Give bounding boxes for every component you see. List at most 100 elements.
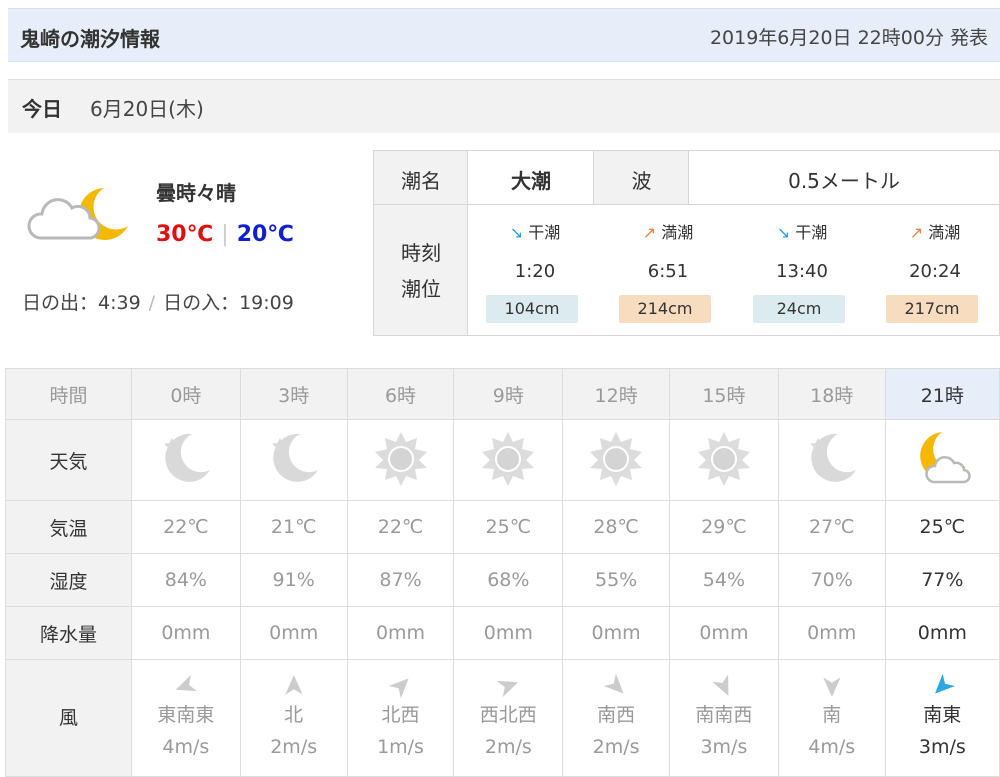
precip-0: 0mm (131, 606, 241, 660)
tide-time-1: 1:20 (514, 261, 556, 282)
moon-icon (163, 433, 210, 482)
tide-level-label: 潮位 (401, 277, 441, 301)
wind-speed-18: 4m/s (808, 736, 856, 758)
tide-level-3: 24cm (753, 295, 845, 323)
humidity-15: 54% (669, 553, 779, 607)
tide-type-4: ↗ 満潮 (909, 223, 961, 242)
wind-arrow-icon (497, 680, 519, 698)
wind-row: 風 東南東 4m/s 北 2m/s 北西 1m/s 西北西 2m/s 南西 2m/s 南南… (5, 659, 1000, 777)
hour-3: 3時 (239, 368, 348, 420)
row-label-wind: 風 (5, 659, 132, 777)
wind-speed-3: 2m/s (270, 736, 318, 758)
tide-type-1: ↘ 干潮 (509, 223, 561, 242)
precip-12: 0mm (562, 606, 671, 660)
hour-18: 18時 (777, 368, 886, 420)
hour-15: 15時 (669, 368, 779, 420)
sun-times: 日の出：4:39/日の入：19:09 (22, 292, 294, 314)
wind-dir-12: 南西 (597, 704, 636, 726)
day-label: 今日 (22, 97, 62, 121)
temp-12: 28℃ (562, 500, 671, 554)
sunset: 日の入：19:09 (163, 292, 294, 314)
sun-icon (590, 431, 643, 486)
day-date: 6月20日(木) (90, 97, 204, 121)
tide-level-2: 214cm (619, 295, 711, 323)
temp-15: 29℃ (669, 500, 779, 554)
tide-time-2: 6:51 (647, 261, 689, 282)
humidity-6: 87% (346, 553, 455, 607)
day-bar: 今日 6月20日(木) (8, 79, 1000, 133)
row-label-temp: 気温 (5, 500, 132, 554)
tide-name-label: 潮名 (401, 169, 441, 193)
tide-time-label: 時刻 (401, 241, 441, 265)
row-label-weather: 天気 (5, 419, 132, 501)
wind-speed-9: 2m/s (484, 736, 532, 758)
tide-level-4: 217cm (886, 295, 978, 323)
tide-table: 潮名 大潮 波 0.5メートル 時刻 潮位 ↘ 干潮 1:20 104cm ↗ … (373, 150, 1000, 336)
title-bar: 鬼崎の潮汐情報 2019年6月20日 22時00分 発表 (8, 8, 1000, 62)
tide-name-value: 大潮 (511, 169, 551, 193)
hour-9: 9時 (453, 368, 564, 420)
sunrise: 日の出：4:39 (22, 292, 141, 314)
wind-dir-21: 南東 (923, 704, 962, 726)
sun-icon (482, 431, 535, 486)
temp-3: 21℃ (239, 500, 348, 554)
wind-speed-15: 3m/s (700, 736, 748, 758)
hourly-table: 時間 0時 3時 6時 9時 12時 15時 18時 21時 天気 気温 22℃… (5, 368, 1000, 777)
wind-speed-21: 3m/s (918, 736, 966, 758)
wind-arrow-icon (285, 675, 303, 695)
tide-type-3: ↘ 干潮 (776, 223, 828, 242)
humidity-3: 91% (239, 553, 348, 607)
today-temps: 30℃ | 20℃ (156, 222, 294, 247)
tide-time-3: 13:40 (776, 261, 828, 282)
wind-dir-3: 北 (284, 704, 304, 726)
wind-arrow-icon (823, 677, 841, 697)
wind-arrow-icon (603, 673, 624, 694)
wind-dir-6: 北西 (381, 704, 420, 726)
wind-speed-6: 1m/s (377, 736, 424, 758)
sun-icon (697, 431, 750, 486)
humidity-18: 70% (777, 553, 886, 607)
temp-18: 27℃ (777, 500, 886, 554)
moon-icon (271, 433, 318, 482)
page-title: 鬼崎の潮汐情報 (20, 27, 160, 51)
temp-9: 25℃ (453, 500, 564, 554)
precip-18: 0mm (777, 606, 886, 660)
humidity-12: 55% (562, 553, 671, 607)
published-time: 2019年6月20日 22時00分 発表 (709, 27, 988, 49)
row-label-precip: 降水量 (5, 606, 132, 660)
hour-21: 21時 (884, 368, 1000, 420)
wave-value: 0.5メートル (788, 169, 900, 193)
precip-3: 0mm (239, 606, 348, 660)
tide-type-2: ↗ 満潮 (642, 223, 694, 242)
precip-6: 0mm (346, 606, 455, 660)
wind-arrow-icon (934, 673, 955, 694)
hour-0: 0時 (131, 368, 241, 420)
humidity-0: 84% (131, 553, 241, 607)
cloud-moon-icon (27, 188, 128, 240)
temp-6: 22℃ (346, 500, 455, 554)
moon-icon (809, 433, 856, 482)
wind-arrow-icon (175, 674, 197, 692)
temp-0: 22℃ (131, 500, 241, 554)
wind-speed-12: 2m/s (592, 736, 640, 758)
cloud-moon-icon (920, 431, 972, 483)
humidity-21: 77% (884, 553, 1000, 607)
row-label-humidity: 湿度 (5, 553, 132, 607)
weather-row: 天気 (5, 419, 1000, 501)
wind-dir-15: 南南西 (695, 704, 753, 726)
time-row: 時間 0時 3時 6時 9時 12時 15時 18時 21時 (5, 368, 1000, 420)
wind-dir-9: 西北西 (479, 704, 537, 726)
precip-9: 0mm (453, 606, 564, 660)
temp-21: 25℃ (884, 500, 1000, 554)
precip-15: 0mm (669, 606, 779, 660)
high-temp: 30℃ (156, 222, 214, 247)
humidity-9: 68% (453, 553, 564, 607)
wind-arrow-icon (388, 678, 409, 699)
wind-dir-0: 東南東 (157, 704, 215, 726)
precip-row: 降水量 0mm 0mm 0mm 0mm 0mm 0mm 0mm 0mm (5, 606, 1000, 660)
hour-12: 12時 (562, 368, 671, 420)
wind-dir-18: 南 (822, 704, 842, 726)
hour-6: 6時 (346, 368, 455, 420)
tide-time-4: 20:24 (909, 261, 961, 282)
wind-arrow-icon (712, 674, 729, 696)
